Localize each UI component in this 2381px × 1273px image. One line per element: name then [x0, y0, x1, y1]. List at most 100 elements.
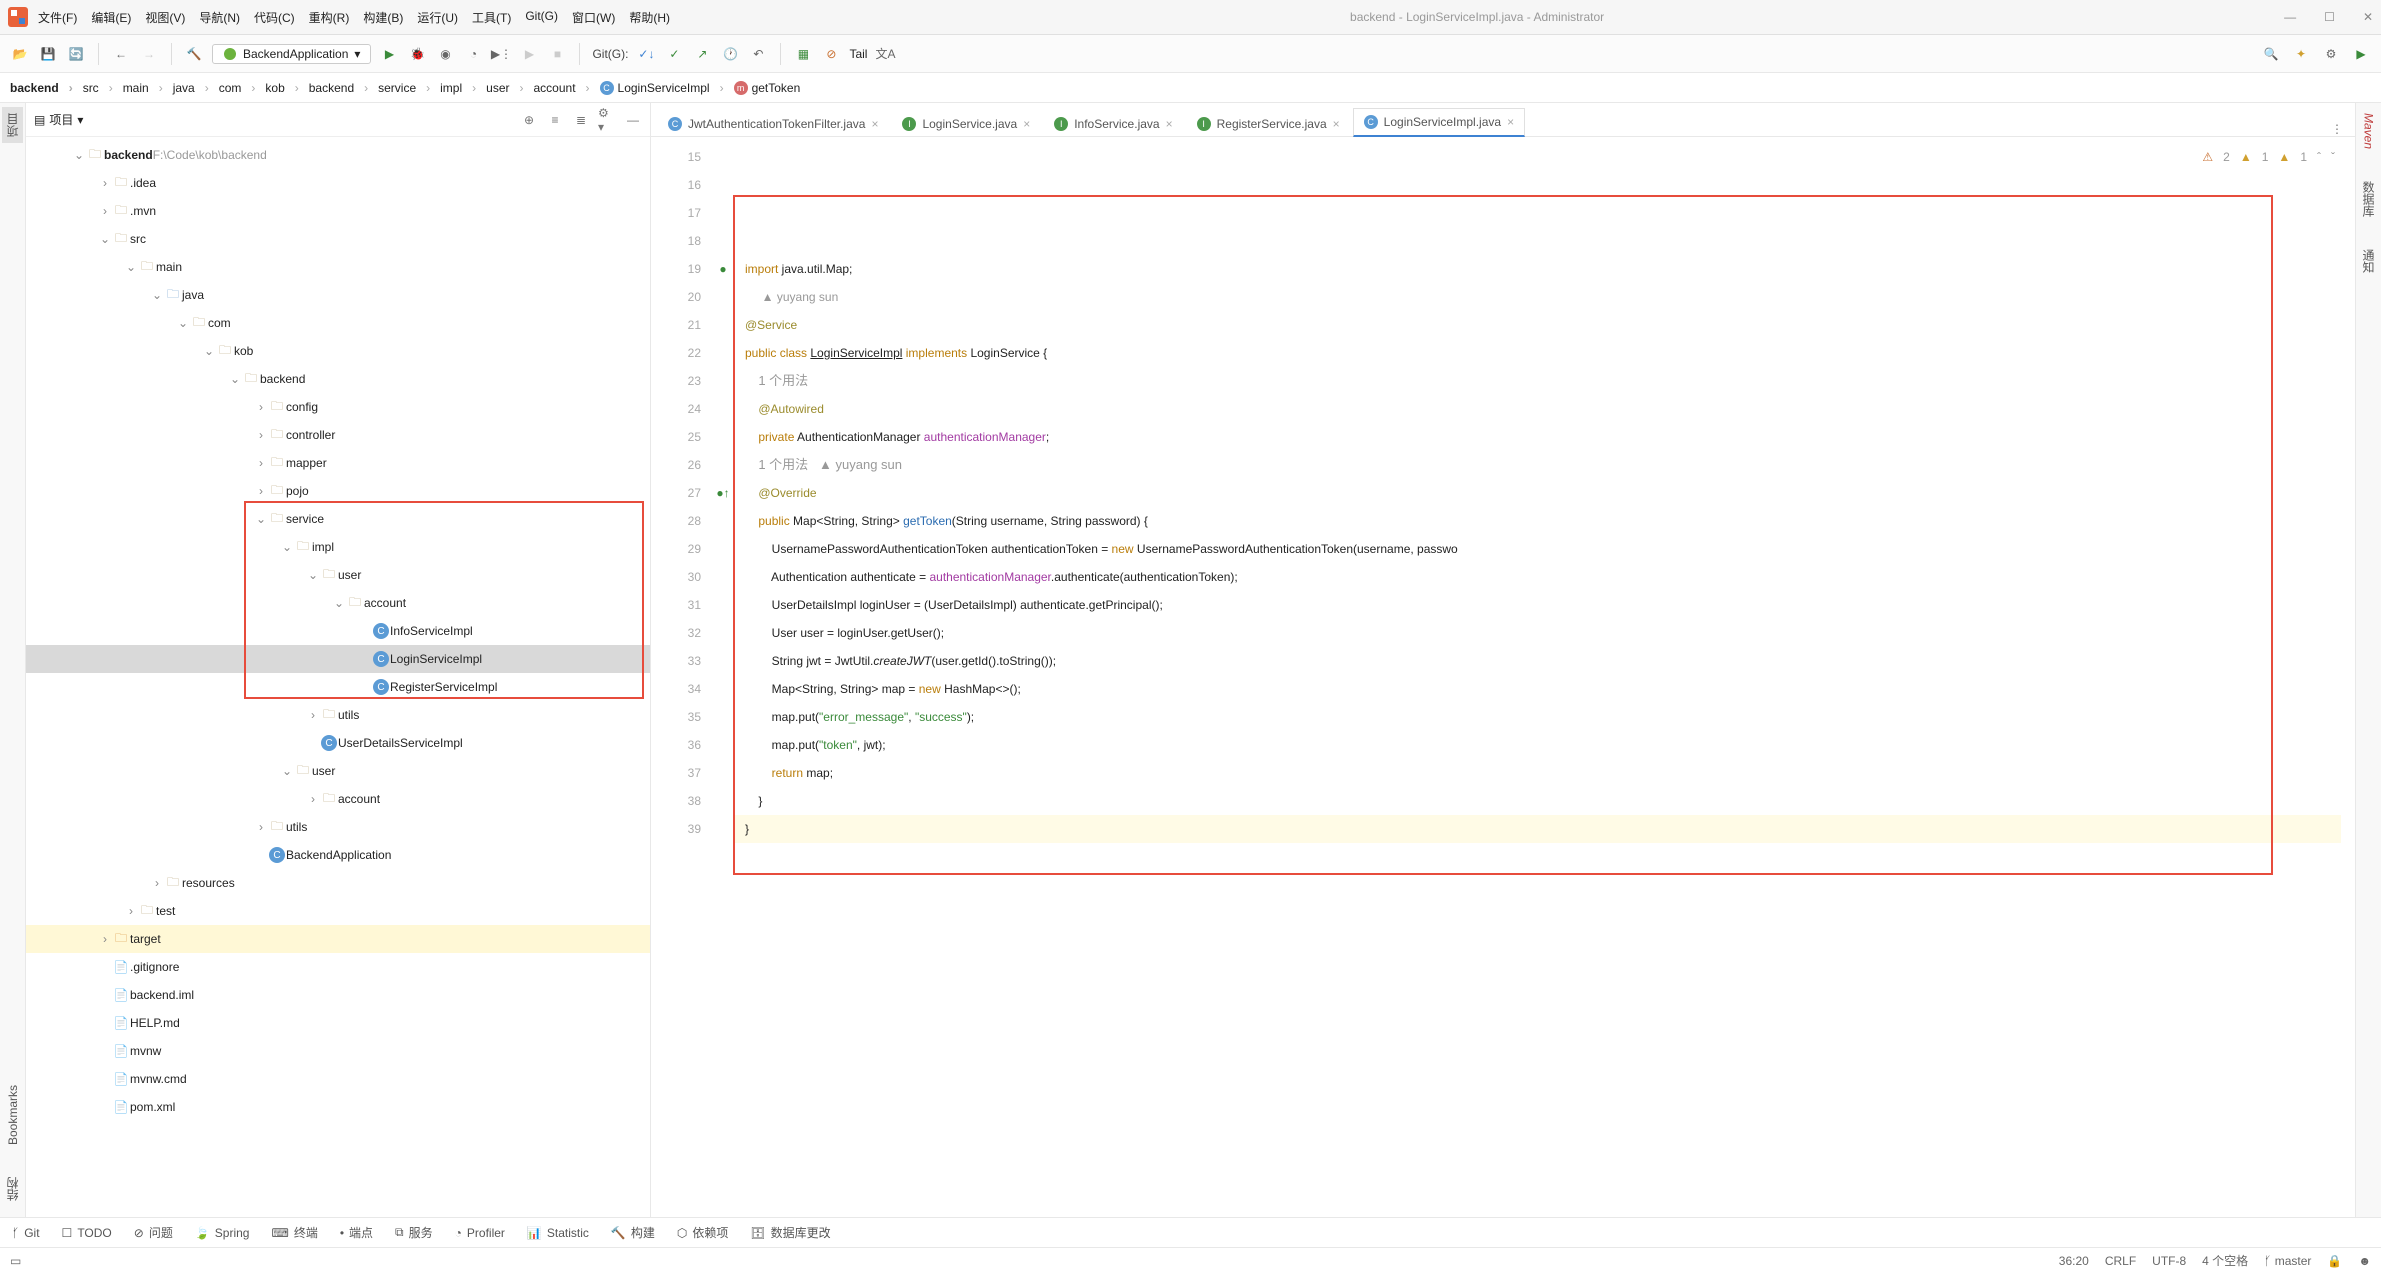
caret-position[interactable]: 36:20	[2059, 1254, 2089, 1268]
tail-label[interactable]: Tail	[849, 47, 867, 61]
lock-icon[interactable]: 🔒	[2327, 1254, 2342, 1268]
back-icon[interactable]: ←	[111, 44, 131, 64]
tree-class-item[interactable]: C InfoServiceImpl	[26, 617, 650, 645]
codewithme-icon[interactable]: ▦	[793, 44, 813, 64]
bottom-tool-端点[interactable]: •端点	[340, 1224, 373, 1241]
translate-icon[interactable]: 文A	[875, 44, 895, 64]
tree-folder-item[interactable]: ⌄🗀 kob	[26, 337, 650, 365]
denied-icon[interactable]: ⊘	[821, 44, 841, 64]
editor-tab[interactable]: IInfoService.java×	[1043, 110, 1183, 137]
tree-folder-item[interactable]: ⌄🗀 service	[26, 505, 650, 533]
bottom-tool-服务[interactable]: ⧉服务	[395, 1224, 433, 1241]
editor-tab[interactable]: ILoginService.java×	[891, 110, 1041, 137]
expand-icon[interactable]: ≡	[546, 111, 564, 129]
open-icon[interactable]: 📂	[10, 44, 30, 64]
tree-folder-item[interactable]: 📄 HELP.md	[26, 1009, 650, 1037]
tree-class-item[interactable]: C LoginServiceImpl	[26, 645, 650, 673]
breadcrumb-item[interactable]: backend	[309, 81, 374, 95]
tree-folder-item[interactable]: 📄 mvnw	[26, 1037, 650, 1065]
profile-icon[interactable]: ◔	[463, 44, 483, 64]
tree-folder-item[interactable]: ›🗀 account	[26, 785, 650, 813]
git-commit-icon[interactable]: ✓	[664, 44, 684, 64]
editor-tab[interactable]: CJwtAuthenticationTokenFilter.java×	[657, 110, 889, 137]
tab-close-icon[interactable]: ×	[871, 117, 878, 131]
breadcrumb-item[interactable]: CLoginServiceImpl	[600, 81, 730, 95]
tree-folder-item[interactable]: ›🗀 resources	[26, 869, 650, 897]
tree-folder-item[interactable]: ›🗀 config	[26, 393, 650, 421]
run-icon[interactable]: ▶	[379, 44, 399, 64]
git-revert-icon[interactable]: ↶	[748, 44, 768, 64]
down-icon[interactable]: ˇ	[2331, 143, 2335, 171]
build-icon[interactable]: 🔨	[184, 44, 204, 64]
locate-icon[interactable]: ⊕	[520, 111, 538, 129]
breadcrumb-item[interactable]: user	[486, 81, 529, 95]
menu-item[interactable]: 文件(F)	[38, 9, 77, 26]
right-tab-database[interactable]: 数据库	[2358, 175, 2379, 223]
menu-item[interactable]: 视图(V)	[145, 9, 185, 26]
run-more-icon[interactable]: ▶⋮	[491, 44, 511, 64]
menu-item[interactable]: 构建(B)	[363, 9, 403, 26]
up-icon[interactable]: ˆ	[2317, 143, 2321, 171]
play-last-icon[interactable]: ▶	[2351, 44, 2371, 64]
tree-folder-item[interactable]: ⌄🗀 com	[26, 309, 650, 337]
project-tree[interactable]: ⌄🗀 backend F:\Code\kob\backend›🗀 .idea›🗀…	[26, 137, 650, 1217]
left-tab-structure[interactable]: 结构	[2, 1171, 23, 1207]
search-icon[interactable]: 🔍	[2261, 44, 2281, 64]
bottom-tool-Git[interactable]: ᚶGit	[12, 1226, 40, 1240]
tree-class-item[interactable]: C UserDetailsServiceImpl	[26, 729, 650, 757]
breadcrumb-item[interactable]: backend	[10, 81, 79, 95]
bottom-tool-数据库更改[interactable]: 🗄数据库更改	[750, 1224, 830, 1241]
bottom-tool-Spring[interactable]: 🍃Spring	[195, 1226, 250, 1240]
tree-folder-item[interactable]: ⌄🗀 src	[26, 225, 650, 253]
git-history-icon[interactable]: 🕐	[720, 44, 740, 64]
bottom-tool-问题[interactable]: ⊘问题	[134, 1224, 173, 1241]
tree-class-item[interactable]: C RegisterServiceImpl	[26, 673, 650, 701]
tree-folder-item[interactable]: ⌄🗀 user	[26, 757, 650, 785]
breadcrumb-item[interactable]: impl	[440, 81, 482, 95]
indent-label[interactable]: 4 个空格	[2202, 1252, 2248, 1269]
tab-close-icon[interactable]: ×	[1023, 117, 1030, 131]
tree-folder-item[interactable]: ⌄🗀 user	[26, 561, 650, 589]
right-tab-notifications[interactable]: 通知	[2358, 243, 2379, 279]
code-editor[interactable]: ⚠2 ▲1 ▲1 ˆˇ import java.util.Map; ▲ yuya…	[735, 137, 2355, 1217]
tree-folder-item[interactable]: ⌄🗀 main	[26, 253, 650, 281]
sidebar-settings-icon[interactable]: ⚙ ▾	[598, 111, 616, 129]
coverage-icon[interactable]: ◉	[435, 44, 455, 64]
bottom-tool-构建[interactable]: 🔨构建	[611, 1224, 655, 1241]
git-push-icon[interactable]: ↗	[692, 44, 712, 64]
attach-icon[interactable]: ▶	[519, 44, 539, 64]
close-icon[interactable]: ✕	[2363, 10, 2373, 24]
menu-item[interactable]: 运行(U)	[417, 9, 458, 26]
menu-item[interactable]: 帮助(H)	[629, 9, 670, 26]
tree-folder-item[interactable]: ›🗀 target	[26, 925, 650, 953]
tab-close-icon[interactable]: ×	[1166, 117, 1173, 131]
tree-class-item[interactable]: C BackendApplication	[26, 841, 650, 869]
editor-tab[interactable]: IRegisterService.java×	[1186, 110, 1351, 137]
tabs-more-icon[interactable]: ⋮	[2319, 122, 2355, 136]
inspection-summary[interactable]: ⚠2 ▲1 ▲1 ˆˇ	[2202, 143, 2335, 171]
bottom-tool-Profiler[interactable]: ◔Profiler	[455, 1226, 505, 1240]
tree-folder-item[interactable]: 📄 backend.iml	[26, 981, 650, 1009]
left-tab-project[interactable]: 项目	[2, 107, 23, 143]
breadcrumb-item[interactable]: main	[123, 81, 169, 95]
bottom-tool-Statistic[interactable]: 📊Statistic	[527, 1226, 589, 1240]
menu-item[interactable]: 导航(N)	[199, 9, 240, 26]
tree-folder-item[interactable]: ›🗀 controller	[26, 421, 650, 449]
menu-item[interactable]: 重构(R)	[309, 9, 350, 26]
tree-folder-item[interactable]: ›🗀 .idea	[26, 169, 650, 197]
breadcrumb-item[interactable]: service	[378, 81, 436, 95]
breadcrumb-item[interactable]: com	[219, 81, 262, 95]
breadcrumb-item[interactable]: kob	[265, 81, 304, 95]
bottom-tool-终端[interactable]: ⌨终端	[271, 1224, 317, 1241]
smiley-icon[interactable]: ☻	[2358, 1254, 2371, 1268]
breadcrumb-item[interactable]: mgetToken	[734, 81, 817, 95]
tree-folder-item[interactable]: ›🗀 pojo	[26, 477, 650, 505]
tree-folder-item[interactable]: ⌄🗀 backend	[26, 365, 650, 393]
menu-item[interactable]: 工具(T)	[472, 9, 511, 26]
menu-item[interactable]: 代码(C)	[254, 9, 295, 26]
save-icon[interactable]: 💾	[38, 44, 58, 64]
tree-folder-item[interactable]: ›🗀 .mvn	[26, 197, 650, 225]
tree-folder-item[interactable]: ⌄🗀 backend F:\Code\kob\backend	[26, 141, 650, 169]
collapse-icon[interactable]: ≣	[572, 111, 590, 129]
tree-folder-item[interactable]: ›🗀 mapper	[26, 449, 650, 477]
